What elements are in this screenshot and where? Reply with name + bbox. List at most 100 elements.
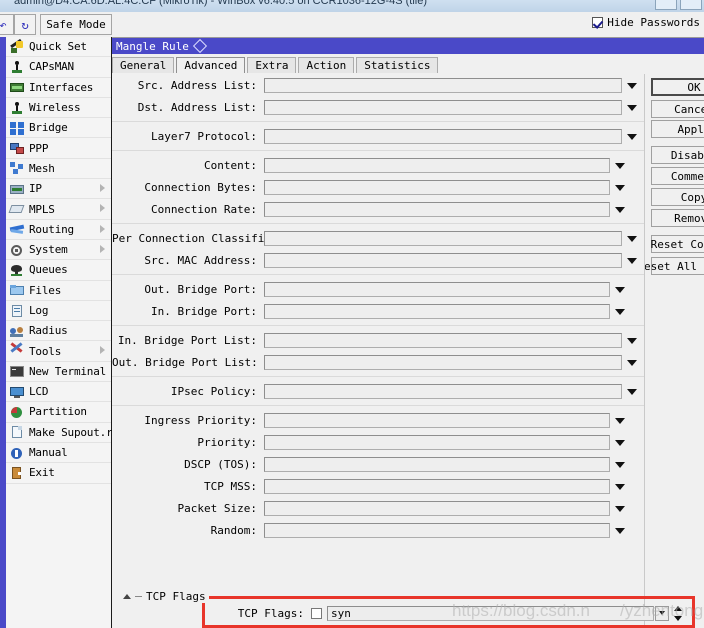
sidebar-item-ip[interactable]: IP	[6, 179, 111, 200]
sidebar-item-partition[interactable]: Partition	[6, 402, 111, 423]
sidebar-item-capsman[interactable]: CAPsMAN	[6, 57, 111, 78]
field-input[interactable]	[264, 201, 610, 217]
form-row: Ingress Priority:	[112, 409, 644, 431]
reset-all-counters-button[interactable]: Reset All Counters	[645, 257, 704, 275]
tcp-flags-stepper[interactable]	[672, 605, 685, 622]
sidebar-item-label: Wireless	[29, 101, 81, 115]
sidebar-item-wireless[interactable]: Wireless	[6, 98, 111, 119]
field-input[interactable]	[264, 303, 610, 319]
form-row: Connection Rate:	[112, 198, 644, 220]
sidebar-item-quick-set[interactable]: Quick Set	[6, 37, 111, 58]
dropdown-caret-icon[interactable]	[622, 100, 640, 114]
back-arrow-icon[interactable]: ↶	[0, 14, 14, 35]
cancel-button[interactable]: Cancel	[651, 100, 704, 118]
sidebar-item-tools[interactable]: Tools	[6, 341, 111, 362]
tcp-flags-input[interactable]: syn	[327, 606, 654, 621]
reset-counters-button[interactable]: Reset Counters	[651, 235, 704, 253]
field-input[interactable]	[264, 383, 622, 399]
dropdown-caret-icon[interactable]	[610, 304, 628, 318]
field-input[interactable]	[264, 157, 610, 173]
dropdown-caret-icon[interactable]	[610, 413, 628, 427]
tcp-flags-dropdown-button[interactable]	[655, 606, 669, 621]
dropdown-caret-icon[interactable]	[622, 129, 640, 143]
refresh-icon[interactable]: ↻	[14, 14, 36, 35]
ok-button[interactable]: OK	[651, 78, 704, 96]
safe-mode-button[interactable]: Safe Mode	[40, 14, 112, 35]
field-label: Out. Bridge Port:	[144, 282, 257, 296]
sidebar-item-make-supout-rif[interactable]: Make Supout.rif	[6, 423, 126, 443]
dropdown-caret-icon[interactable]	[610, 457, 628, 471]
sidebar-item-interfaces[interactable]: Interfaces	[6, 78, 111, 98]
button-label: Cancel	[674, 102, 704, 116]
tcp-flags-legend[interactable]: TCP Flags	[120, 590, 209, 603]
tab-extra[interactable]: Extra	[247, 57, 297, 73]
field-input[interactable]	[264, 77, 622, 93]
dropdown-caret-icon[interactable]	[622, 384, 640, 398]
sidebar-item-log[interactable]: Log	[6, 301, 111, 322]
dropdown-caret-icon[interactable]	[622, 355, 640, 369]
remove-button[interactable]: Remove	[651, 209, 704, 227]
sidebar-item-exit[interactable]: Exit	[6, 463, 111, 484]
sidebar-item-manual[interactable]: Manual	[6, 443, 111, 464]
tab-general[interactable]: General	[112, 57, 175, 73]
comment-button[interactable]: Comment	[651, 167, 704, 185]
tcp-flags-negate-checkbox[interactable]	[311, 608, 322, 619]
tab-advanced[interactable]: Advanced	[176, 57, 246, 73]
form-row: DSCP (TOS):	[112, 453, 644, 475]
sidebar-item-new-terminal[interactable]: New Terminal	[6, 362, 111, 383]
field-input[interactable]	[264, 478, 610, 494]
field-input[interactable]	[264, 412, 610, 428]
sidebar-item-files[interactable]: Files	[6, 281, 111, 301]
field-input[interactable]	[264, 354, 622, 370]
field-input[interactable]	[264, 522, 610, 538]
field-input[interactable]	[264, 500, 610, 516]
dropdown-caret-icon[interactable]	[622, 333, 640, 347]
field-input[interactable]	[264, 230, 622, 246]
field-input[interactable]	[264, 332, 622, 348]
field-input[interactable]	[264, 128, 622, 144]
hide-passwords-checkbox-box[interactable]	[592, 17, 604, 28]
tab-statistics[interactable]: Statistics	[356, 57, 439, 73]
dropdown-caret-icon[interactable]	[610, 479, 628, 493]
sidebar-item-lcd[interactable]: LCD	[6, 382, 111, 403]
sidebar-item-ppp[interactable]: PPP	[6, 138, 111, 159]
sidebar-item-bridge[interactable]: Bridge	[6, 118, 111, 139]
dropdown-caret-icon[interactable]	[610, 282, 628, 296]
field-input[interactable]	[264, 281, 610, 297]
dropdown-caret-icon[interactable]	[622, 231, 640, 245]
dropdown-caret-icon[interactable]	[622, 253, 640, 267]
sidebar-item-queues[interactable]: Queues	[6, 260, 111, 281]
copy-button[interactable]: Copy	[651, 188, 704, 206]
window-controls[interactable]	[655, 0, 702, 10]
dropdown-caret-icon[interactable]	[610, 158, 628, 172]
minimize-button[interactable]	[655, 0, 677, 10]
sidebar-item-mesh[interactable]: Mesh	[6, 159, 111, 180]
dropdown-caret-icon[interactable]	[610, 523, 628, 537]
dropdown-caret-icon[interactable]	[610, 501, 628, 515]
diamond-icon	[192, 38, 207, 54]
dropdown-caret-icon[interactable]	[622, 78, 640, 92]
field-input[interactable]	[264, 252, 622, 268]
disable-button[interactable]: Disable	[651, 146, 704, 164]
stepper-down-icon[interactable]	[674, 616, 682, 621]
sidebar-item-mpls[interactable]: MPLS	[6, 199, 111, 220]
sidebar-item-system[interactable]: System	[6, 240, 111, 261]
dropdown-caret-icon[interactable]	[610, 180, 628, 194]
maximize-button[interactable]	[680, 0, 702, 10]
field-input[interactable]	[264, 456, 610, 472]
stepper-up-icon[interactable]	[674, 606, 682, 611]
field-label: Priority:	[197, 435, 257, 449]
button-label: OK	[687, 80, 701, 94]
field-input[interactable]	[264, 179, 610, 195]
field-input[interactable]	[264, 434, 610, 450]
sidebar-item-label: New Terminal	[29, 364, 107, 378]
dropdown-caret-icon[interactable]	[610, 435, 628, 449]
apply-button[interactable]: Apply	[651, 120, 704, 138]
sidebar-item-radius[interactable]: Radius	[6, 321, 111, 342]
hide-passwords-checkbox[interactable]: Hide Passwords	[592, 16, 700, 29]
field-input[interactable]	[264, 99, 622, 115]
collapse-triangle-icon[interactable]	[123, 594, 131, 599]
sidebar-item-routing[interactable]: Routing	[6, 220, 111, 240]
tab-action[interactable]: Action	[298, 57, 355, 73]
dropdown-caret-icon[interactable]	[610, 202, 628, 216]
